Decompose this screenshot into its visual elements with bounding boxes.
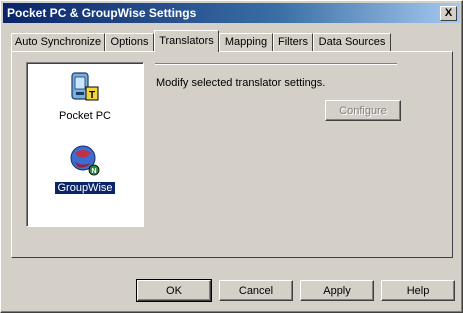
- close-button[interactable]: X: [440, 6, 457, 21]
- translators-panel: T Pocket PC N GroupWise Modify selected …: [11, 51, 453, 258]
- svg-text:N: N: [91, 168, 96, 175]
- groupwise-icon: N: [70, 145, 100, 176]
- list-item-pocket-pc[interactable]: T Pocket PC: [27, 71, 143, 122]
- configure-button[interactable]: Configure: [325, 100, 401, 121]
- title-bar[interactable]: Pocket PC & GroupWise Settings X: [3, 3, 460, 23]
- window-title: Pocket PC & GroupWise Settings: [7, 6, 197, 20]
- tab-mapping[interactable]: Mapping: [219, 33, 273, 51]
- tab-data-sources[interactable]: Data Sources: [313, 33, 391, 51]
- apply-button[interactable]: Apply: [300, 280, 374, 301]
- tab-auto-synchronize[interactable]: Auto Synchronize: [11, 33, 105, 51]
- svg-text:T: T: [89, 90, 95, 101]
- tab-filters[interactable]: Filters: [273, 33, 313, 51]
- pocket-pc-icon: T: [71, 72, 99, 101]
- list-item-groupwise[interactable]: N GroupWise: [27, 143, 143, 195]
- ok-button[interactable]: OK: [136, 279, 212, 302]
- list-item-label: Pocket PC: [59, 110, 111, 122]
- divider: [155, 63, 397, 65]
- tab-options[interactable]: Options: [105, 33, 154, 51]
- settings-dialog: Pocket PC & GroupWise Settings X Auto Sy…: [0, 0, 463, 313]
- help-button[interactable]: Help: [381, 280, 455, 301]
- translator-list[interactable]: T Pocket PC N GroupWise: [26, 62, 144, 227]
- close-icon: X: [444, 7, 453, 19]
- tab-translators[interactable]: Translators: [154, 30, 219, 52]
- list-item-label: GroupWise: [54, 181, 116, 195]
- cancel-button[interactable]: Cancel: [219, 280, 293, 301]
- description-text: Modify selected translator settings.: [156, 77, 326, 89]
